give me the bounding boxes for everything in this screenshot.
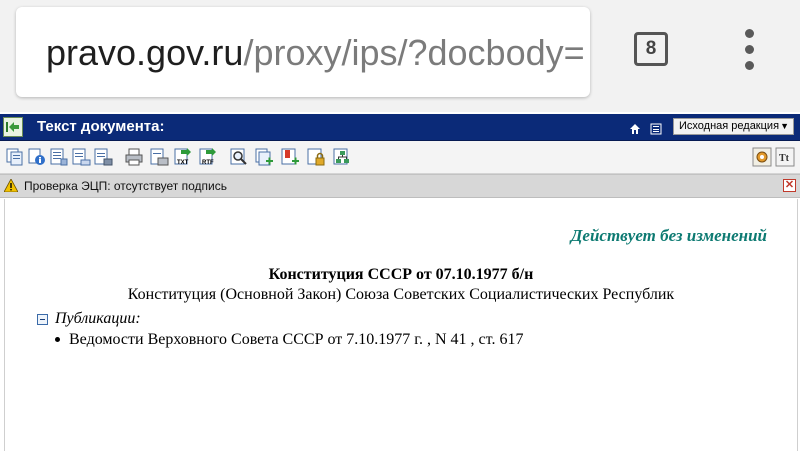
law-title: Конституция СССР от 07.10.1977 б/н [268, 266, 534, 283]
print-icon[interactable] [93, 147, 113, 167]
document-status: Действует без изменений [570, 226, 767, 245]
home-icon[interactable] [629, 122, 641, 134]
url-host: pravo.gov.ru [46, 32, 244, 73]
txt-label: TXT [177, 160, 189, 166]
add-bookmark-icon[interactable] [280, 147, 300, 167]
lock-icon[interactable] [306, 147, 326, 167]
doc-edit-icon[interactable] [71, 147, 91, 167]
browser-toolbar: pravo.gov.ru/proxy/ips/?docbody= 8 [0, 0, 800, 112]
edition-select[interactable]: Исходная редакция ▼ [673, 118, 794, 135]
bullet [55, 337, 60, 342]
back-icon[interactable] [3, 117, 23, 137]
tree-icon[interactable] [332, 147, 352, 167]
signature-warning-bar: Проверка ЭЦП: отсутствует подпись ✕ [0, 174, 800, 198]
font-size-label: Tt [779, 153, 790, 164]
document-titlebar: Текст документа: Исходная редакция ▼ [0, 114, 800, 141]
kebab-menu-icon[interactable] [740, 28, 760, 72]
printer-icon[interactable] [124, 147, 144, 167]
save-rtf-icon[interactable]: RTF [198, 147, 218, 167]
tab-count: 8 [645, 38, 657, 59]
settings-icon[interactable] [752, 147, 772, 167]
close-icon[interactable]: ✕ [783, 179, 796, 192]
document-title-label: Текст документа: [37, 118, 165, 135]
font-size-icon[interactable]: Tt [775, 147, 795, 167]
edition-select-value: Исходная редакция [679, 120, 780, 132]
search-icon[interactable] [229, 147, 249, 167]
publication-text: Ведомости Верховного Совета СССР от 7.10… [69, 331, 524, 348]
url-text[interactable]: pravo.gov.ru/proxy/ips/?docbody= [46, 33, 585, 73]
document-content: Действует без изменений Конституция СССР… [4, 199, 798, 451]
collapse-publications-icon[interactable] [37, 314, 48, 325]
list-icon[interactable] [650, 122, 662, 135]
document-toolbar: TXT RTF Tt [0, 141, 800, 174]
info-icon[interactable] [27, 147, 47, 167]
publications-list: Ведомости Верховного Совета СССР от 7.10… [55, 330, 523, 349]
publications-label: Публикации: [55, 310, 141, 327]
address-bar[interactable]: pravo.gov.ru/proxy/ips/?docbody= [16, 7, 590, 97]
url-path: /proxy/ips/?docbody= [243, 32, 585, 73]
warning-icon [3, 178, 19, 197]
rtf-label: RTF [202, 160, 214, 166]
chevron-down-icon: ▼ [780, 121, 789, 131]
web-page: Текст документа: Исходная редакция ▼ TXT… [0, 112, 800, 451]
print-preview-icon[interactable] [149, 147, 169, 167]
signature-warning-text: Проверка ЭЦП: отсутствует подпись [24, 179, 227, 193]
tab-switcher-button[interactable]: 8 [634, 32, 668, 66]
list-item: Ведомости Верховного Совета СССР от 7.10… [55, 330, 523, 349]
law-subtitle: Конституция (Основной Закон) Союза Совет… [127, 286, 675, 303]
copy-icon[interactable] [5, 147, 25, 167]
add-icon[interactable] [254, 147, 274, 167]
save-txt-icon[interactable]: TXT [173, 147, 193, 167]
doc-list-icon[interactable] [49, 147, 69, 167]
